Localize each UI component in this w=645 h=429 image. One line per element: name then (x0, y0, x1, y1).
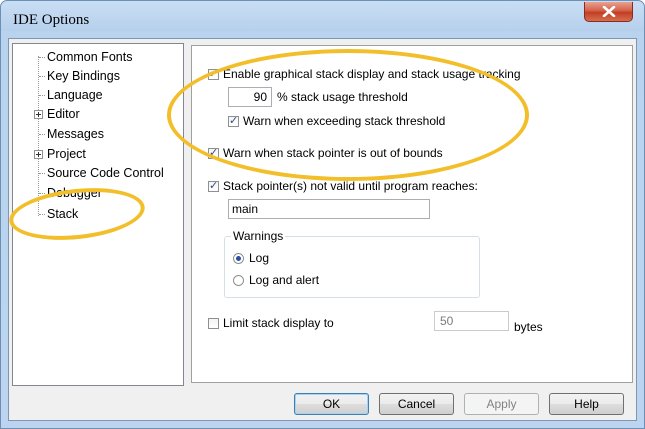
warn-threshold-option[interactable]: Warn when exceeding stack threshold (228, 112, 445, 130)
stack-threshold-input[interactable] (228, 87, 272, 107)
title-bar[interactable]: IDE Options (1, 1, 644, 39)
warnings-group-title: Warnings (231, 229, 286, 243)
sp-not-valid-option[interactable]: Stack pointer(s) not valid until program… (208, 177, 478, 195)
options-tree[interactable]: Common Fonts Key Bindings Language Edito… (12, 43, 184, 386)
sp-not-valid-label: Stack pointer(s) not valid until program… (223, 179, 478, 193)
warn-out-of-bounds-option[interactable]: Warn when stack pointer is out of bounds (208, 144, 443, 162)
tree-branch-line (39, 76, 45, 77)
tree-item-label: Language (47, 88, 103, 102)
tree-branch-line (39, 193, 45, 194)
warn-threshold-label: Warn when exceeding stack threshold (243, 114, 446, 128)
warning-option-log-and-alert[interactable]: Log and alert (233, 271, 319, 289)
log-and-alert-radio[interactable] (233, 275, 244, 286)
expand-plus-icon[interactable] (34, 150, 43, 159)
bytes-unit-label: bytes (514, 320, 543, 334)
enable-graphical-stack-option[interactable]: Enable graphical stack display and stack… (208, 65, 521, 83)
log-radio-label: Log (249, 251, 270, 265)
warn-threshold-checkbox[interactable] (228, 112, 239, 130)
limit-bytes-input[interactable] (434, 311, 509, 331)
tree-item-label: Debugger (47, 186, 102, 200)
warn-out-of-bounds-label: Warn when stack pointer is out of bounds (223, 146, 443, 160)
tree-branch-line (39, 134, 45, 135)
apply-button[interactable]: Apply (464, 393, 539, 415)
log-and-alert-radio-label: Log and alert (249, 273, 320, 287)
sp-not-valid-checkbox[interactable] (208, 177, 219, 195)
sp-label-input[interactable] (228, 199, 430, 219)
stack-options-page: Enable graphical stack display and stack… (191, 45, 633, 383)
warning-option-log[interactable]: Log (233, 249, 269, 267)
close-icon (602, 6, 616, 17)
tree-branch-line (39, 57, 45, 58)
tree-connector-line (38, 56, 39, 216)
stack-threshold-label: % stack usage threshold (277, 90, 408, 104)
tree-branch-line (39, 95, 45, 96)
tree-branch-line (39, 173, 45, 174)
log-radio[interactable] (233, 253, 244, 264)
tree-item-label: Source Code Control (47, 166, 164, 180)
limit-display-label: Limit stack display to (223, 316, 334, 330)
limit-display-option[interactable]: Limit stack display to (208, 314, 334, 332)
close-button[interactable] (584, 2, 633, 22)
warnings-groupbox: Warnings Log Log and alert (224, 229, 480, 298)
ok-button[interactable]: OK (294, 393, 369, 415)
window-title: IDE Options (13, 12, 90, 28)
ide-options-window: IDE Options Common Fonts Key Bindings La… (0, 0, 645, 429)
tree-item-label: Stack (47, 207, 79, 221)
tree-item-label: Project (47, 147, 86, 161)
enable-graphical-stack-label: Enable graphical stack display and stack… (223, 67, 521, 81)
dialog-client-area: Common Fonts Key Bindings Language Edito… (8, 38, 637, 421)
tree-branch-line (39, 214, 45, 215)
help-button[interactable]: Help (549, 393, 624, 415)
tree-item-label: Editor (47, 107, 80, 121)
tree-item-label: Key Bindings (47, 69, 120, 83)
cancel-button[interactable]: Cancel (379, 393, 454, 415)
tree-item-label: Common Fonts (47, 50, 133, 64)
tree-item-label: Messages (47, 127, 104, 141)
warn-out-of-bounds-checkbox[interactable] (208, 144, 219, 162)
expand-plus-icon[interactable] (34, 110, 43, 119)
enable-graphical-stack-checkbox[interactable] (208, 65, 219, 83)
limit-display-checkbox[interactable] (208, 318, 219, 329)
